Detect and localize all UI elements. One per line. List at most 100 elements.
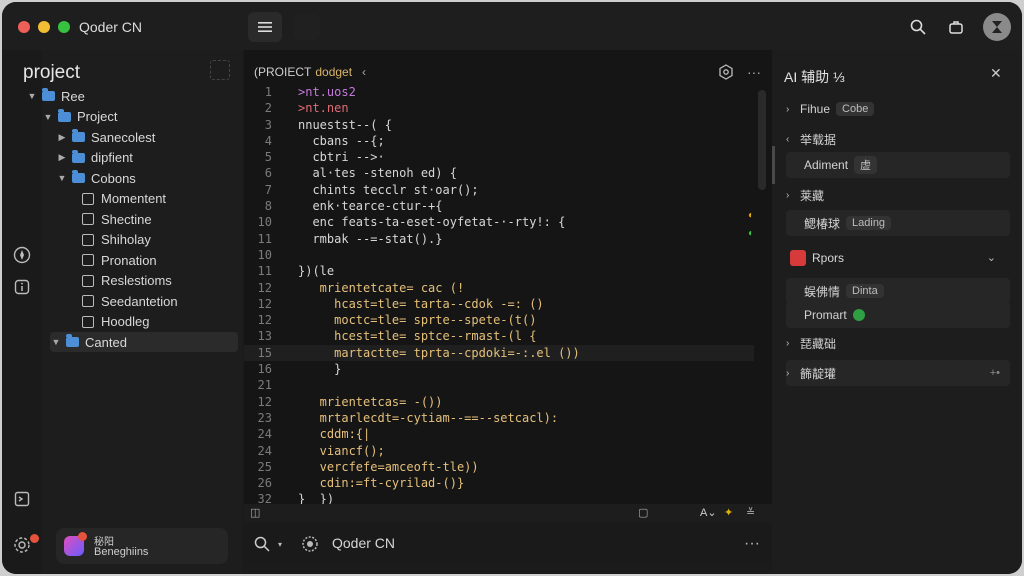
chevron-down-icon[interactable]: ▼ (56, 173, 68, 183)
tree-folder[interactable]: ▼ Canted (50, 332, 238, 352)
ai-section-row[interactable]: › 籂靛瓘 +• (786, 360, 1010, 386)
account-button[interactable] (983, 13, 1011, 41)
chevron-right-icon: › (786, 189, 790, 201)
ai-section-row[interactable]: › Fihue Cobe (786, 98, 1010, 120)
lightbulb-icon[interactable]: ✦ (724, 506, 733, 519)
code-line[interactable]: 21 (244, 377, 754, 393)
chevron-down-icon[interactable]: ▾ (270, 534, 290, 554)
code-text: >nt.uos2 (298, 85, 356, 99)
code-line[interactable]: 2 >nt.nen (244, 100, 754, 116)
chevron-right-icon[interactable]: ▶ (56, 152, 68, 163)
code-line[interactable]: 4 cbans --{; (244, 133, 754, 149)
user-card[interactable]: 秘阳 Beneghiins (56, 528, 228, 564)
line-number: 21 (257, 378, 272, 393)
code-line[interactable]: 24 viancf(); (244, 443, 754, 459)
ai-section-row[interactable]: › 莱藏 (786, 184, 1010, 206)
chevron-down-icon[interactable]: ▼ (42, 112, 54, 122)
maximize-window-button[interactable] (58, 21, 70, 33)
code-line[interactable]: 1 >nt.uos2 (244, 84, 754, 100)
tree-file[interactable]: Reslestioms (70, 271, 172, 291)
editor-settings-button[interactable] (716, 62, 736, 82)
panel-toggle-icon[interactable]: ◫ (250, 506, 260, 519)
info-button[interactable] (11, 276, 33, 298)
code-line[interactable]: 12 mrientetcate= cac (! (244, 280, 754, 296)
avatar-badge (78, 532, 87, 541)
search-button[interactable] (907, 16, 929, 38)
code-line[interactable]: 13 hcest=tle= sptce--rmast-(l { (244, 328, 754, 344)
code-line[interactable]: 10 (244, 247, 754, 263)
line-number: 8 (264, 199, 272, 214)
chevron-down-icon[interactable]: ⌄ (987, 251, 996, 264)
line-number: 13 (257, 329, 272, 344)
code-line[interactable]: 23 mrtarlecdt=-cytiam--==--setcacl): (244, 410, 754, 426)
tab-close-icon[interactable]: ‹ (362, 65, 366, 79)
tree-folder[interactable]: ▼ Project (42, 107, 117, 127)
tree-item-label: Momentent (101, 191, 167, 206)
chevron-down-icon[interactable]: ▼ (26, 91, 38, 101)
tree-folder[interactable]: ▼ Cobons (56, 168, 136, 188)
compass-button[interactable] (11, 244, 33, 266)
code-line[interactable]: 12 moctc=tle= sprte--spete-(t() (244, 312, 754, 328)
tree-file[interactable]: Shiholay (70, 230, 151, 250)
tree-folder[interactable]: ▶ dipfient (56, 148, 133, 168)
filter-icon[interactable]: ≚ (746, 506, 755, 519)
font-size-icon[interactable]: A⌄ (700, 506, 717, 519)
explorer-options-button[interactable] (210, 60, 230, 80)
bottom-search-button[interactable] (252, 534, 272, 554)
line-number: 24 (257, 427, 272, 442)
line-number: 6 (264, 166, 272, 181)
code-line[interactable]: 16 } (244, 361, 754, 377)
close-window-button[interactable] (18, 21, 30, 33)
line-number: 3 (264, 117, 272, 132)
chevron-right-icon[interactable]: ▶ (56, 132, 68, 143)
tree-file[interactable]: Shectine (70, 209, 152, 229)
code-line[interactable]: 11})(le (244, 263, 754, 279)
terminal-button[interactable] (11, 488, 33, 510)
warning-marker-icon: ◐ (748, 210, 755, 221)
editor-tab[interactable]: (PROIECT dodget ‹ (248, 58, 376, 86)
ai-card[interactable]: Adiment 虚 (786, 152, 1010, 178)
share-button[interactable] (945, 16, 967, 38)
ai-row-action[interactable]: +• (990, 367, 1000, 379)
code-text: } (298, 362, 342, 377)
editor-scrollbar[interactable] (758, 90, 766, 190)
ai-card[interactable]: 鳃椿球 Lading (786, 210, 1010, 236)
tree-folder[interactable]: ▶ Sanecolest (56, 127, 155, 147)
bottom-more-button[interactable]: ··· (742, 534, 762, 554)
editor-more-button[interactable]: ··· (744, 62, 764, 82)
chevron-down-icon[interactable]: ▼ (50, 337, 62, 347)
code-line[interactable]: 12 hcast=tle= tarta--cdok -=: () (244, 296, 754, 312)
code-line[interactable]: 7 chints tecclr st·oar(); (244, 182, 754, 198)
code-line[interactable]: 10 enc feats-ta-eset-oyfetat-·-rty!: { (244, 214, 754, 230)
file-icon[interactable]: ▢ (638, 506, 648, 519)
code-line[interactable]: 25 vercfefe=amceoft-tle)) (244, 459, 754, 475)
code-line[interactable]: 12 mrientetcas= -()) (244, 394, 754, 410)
code-line[interactable]: 26 cdin:=ft-cyrilad-()} (244, 475, 754, 491)
code-line[interactable]: 15 martactte= tprta--cpdoki=-:.el ()) (244, 344, 754, 362)
code-line[interactable]: 5 cbtri -->· (244, 149, 754, 165)
folder-icon (72, 129, 85, 142)
code-line[interactable]: 24 cddm:{| (244, 426, 754, 442)
tree-file[interactable]: Hoodleg (70, 312, 149, 332)
code-editor[interactable]: (PROIECT dodget ‹ ··· 1 >nt.uos2 2 >nt.nen 3… (244, 50, 772, 506)
tree-folder[interactable]: ▼ Ree (26, 86, 85, 106)
ai-section-row[interactable]: › 琵藏础 (786, 332, 1010, 354)
tree-file[interactable]: Pronation (70, 250, 157, 270)
tree-file[interactable]: Seedantetion (70, 291, 178, 311)
code-line[interactable]: 8 enk·tearce-ctur-+{ (244, 198, 754, 214)
ai-card[interactable]: Promart (786, 302, 1010, 328)
editor-status-bar: ◫ ▢ A⌄ ✦ ≚ (244, 504, 772, 522)
code-line[interactable]: 3 nnuestst--( { (244, 117, 754, 133)
menu-button[interactable] (248, 12, 282, 42)
tree-file[interactable]: Momentent (70, 189, 166, 209)
minimize-window-button[interactable] (38, 21, 50, 33)
ai-card[interactable]: 蜈佛情 Dinta (786, 278, 1010, 304)
code-line[interactable]: 11 rmbak --=-stat().} (244, 231, 754, 247)
code-line[interactable]: 6 al·tes -stenoh ed) { (244, 165, 754, 181)
ai-section-row[interactable]: ‹ 举载据 (786, 128, 1010, 150)
close-icon[interactable]: ✕ (990, 65, 1002, 82)
ai-scrollbar[interactable] (772, 146, 775, 184)
ai-report-label: Rpors (812, 251, 845, 265)
ai-report-row[interactable]: Rpors ⌄ (786, 244, 1010, 272)
layout-button[interactable] (294, 14, 320, 40)
